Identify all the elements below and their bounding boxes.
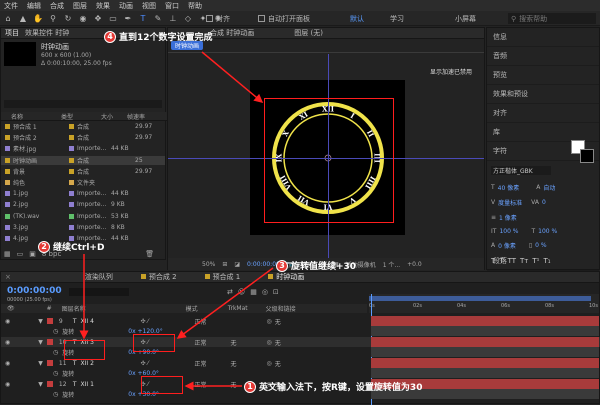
step-4-badge: 4 (104, 30, 116, 43)
step-2-text: 继续Ctrl+D (53, 243, 105, 253)
annotation-arrows (79, 51, 274, 391)
step-1-text: 英文输入法下，按R键，设置旋转值为30 (259, 383, 423, 393)
step-3-badge: 3 (276, 259, 288, 272)
annotation-step-1: 1 英文输入法下，按R键，设置旋转值为30 (244, 380, 422, 393)
step-3-text: 旋转值继续+30 (291, 262, 357, 272)
step-2-badge: 2 (38, 240, 50, 253)
step-4-text: 直到12个数字设置完成 (119, 33, 213, 43)
annotation-step-4: 4 直到12个数字设置完成 (104, 30, 213, 43)
annotation-step-2: 2 继续Ctrl+D (38, 240, 104, 253)
step-1-badge: 1 (244, 380, 256, 393)
annotation-step-3: 3 旋转值继续+30 (276, 259, 356, 272)
